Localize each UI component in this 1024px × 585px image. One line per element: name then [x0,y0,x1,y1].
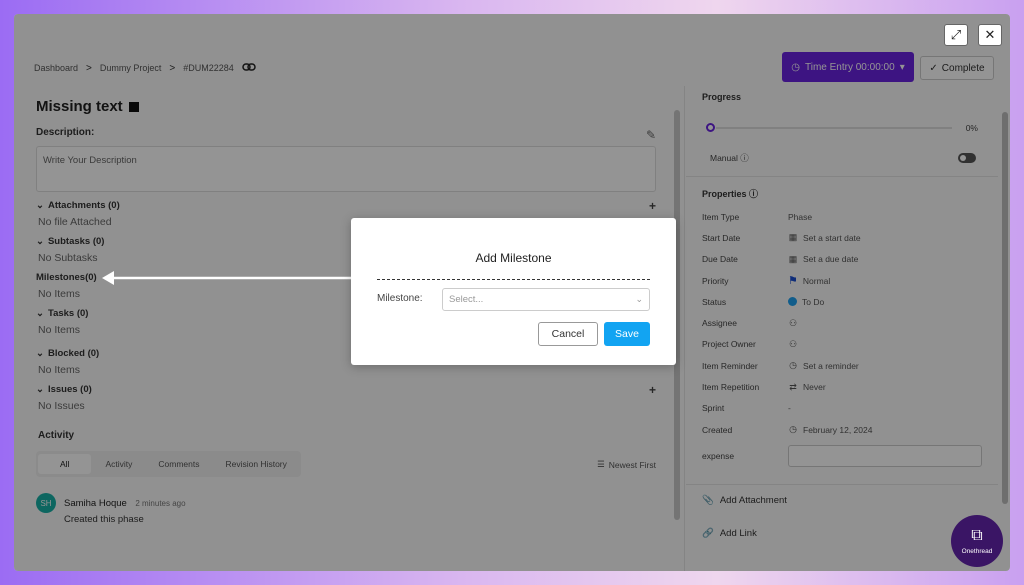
dialog-divider [377,279,650,280]
brand-name: Onethread [961,547,993,555]
annotation-arrow [102,271,356,285]
add-milestone-dialog: Add Milestone Milestone: Select... ⌄ Can… [351,218,676,365]
dialog-title: Add Milestone [475,251,552,265]
onethread-logo-icon: ⧉ [971,526,983,544]
milestone-label: Milestone: [377,293,423,304]
onethread-badge: ⧉ Onethread [951,515,1003,567]
milestone-select[interactable]: Select... ⌄ [442,288,650,311]
expand-icon[interactable]: ⤢ [944,24,968,46]
select-placeholder: Select... [449,294,484,305]
close-icon[interactable]: ✕ [978,24,1002,46]
save-button[interactable]: Save [604,322,650,346]
cancel-button[interactable]: Cancel [538,322,598,346]
chevron-down-icon: ⌄ [635,294,643,304]
